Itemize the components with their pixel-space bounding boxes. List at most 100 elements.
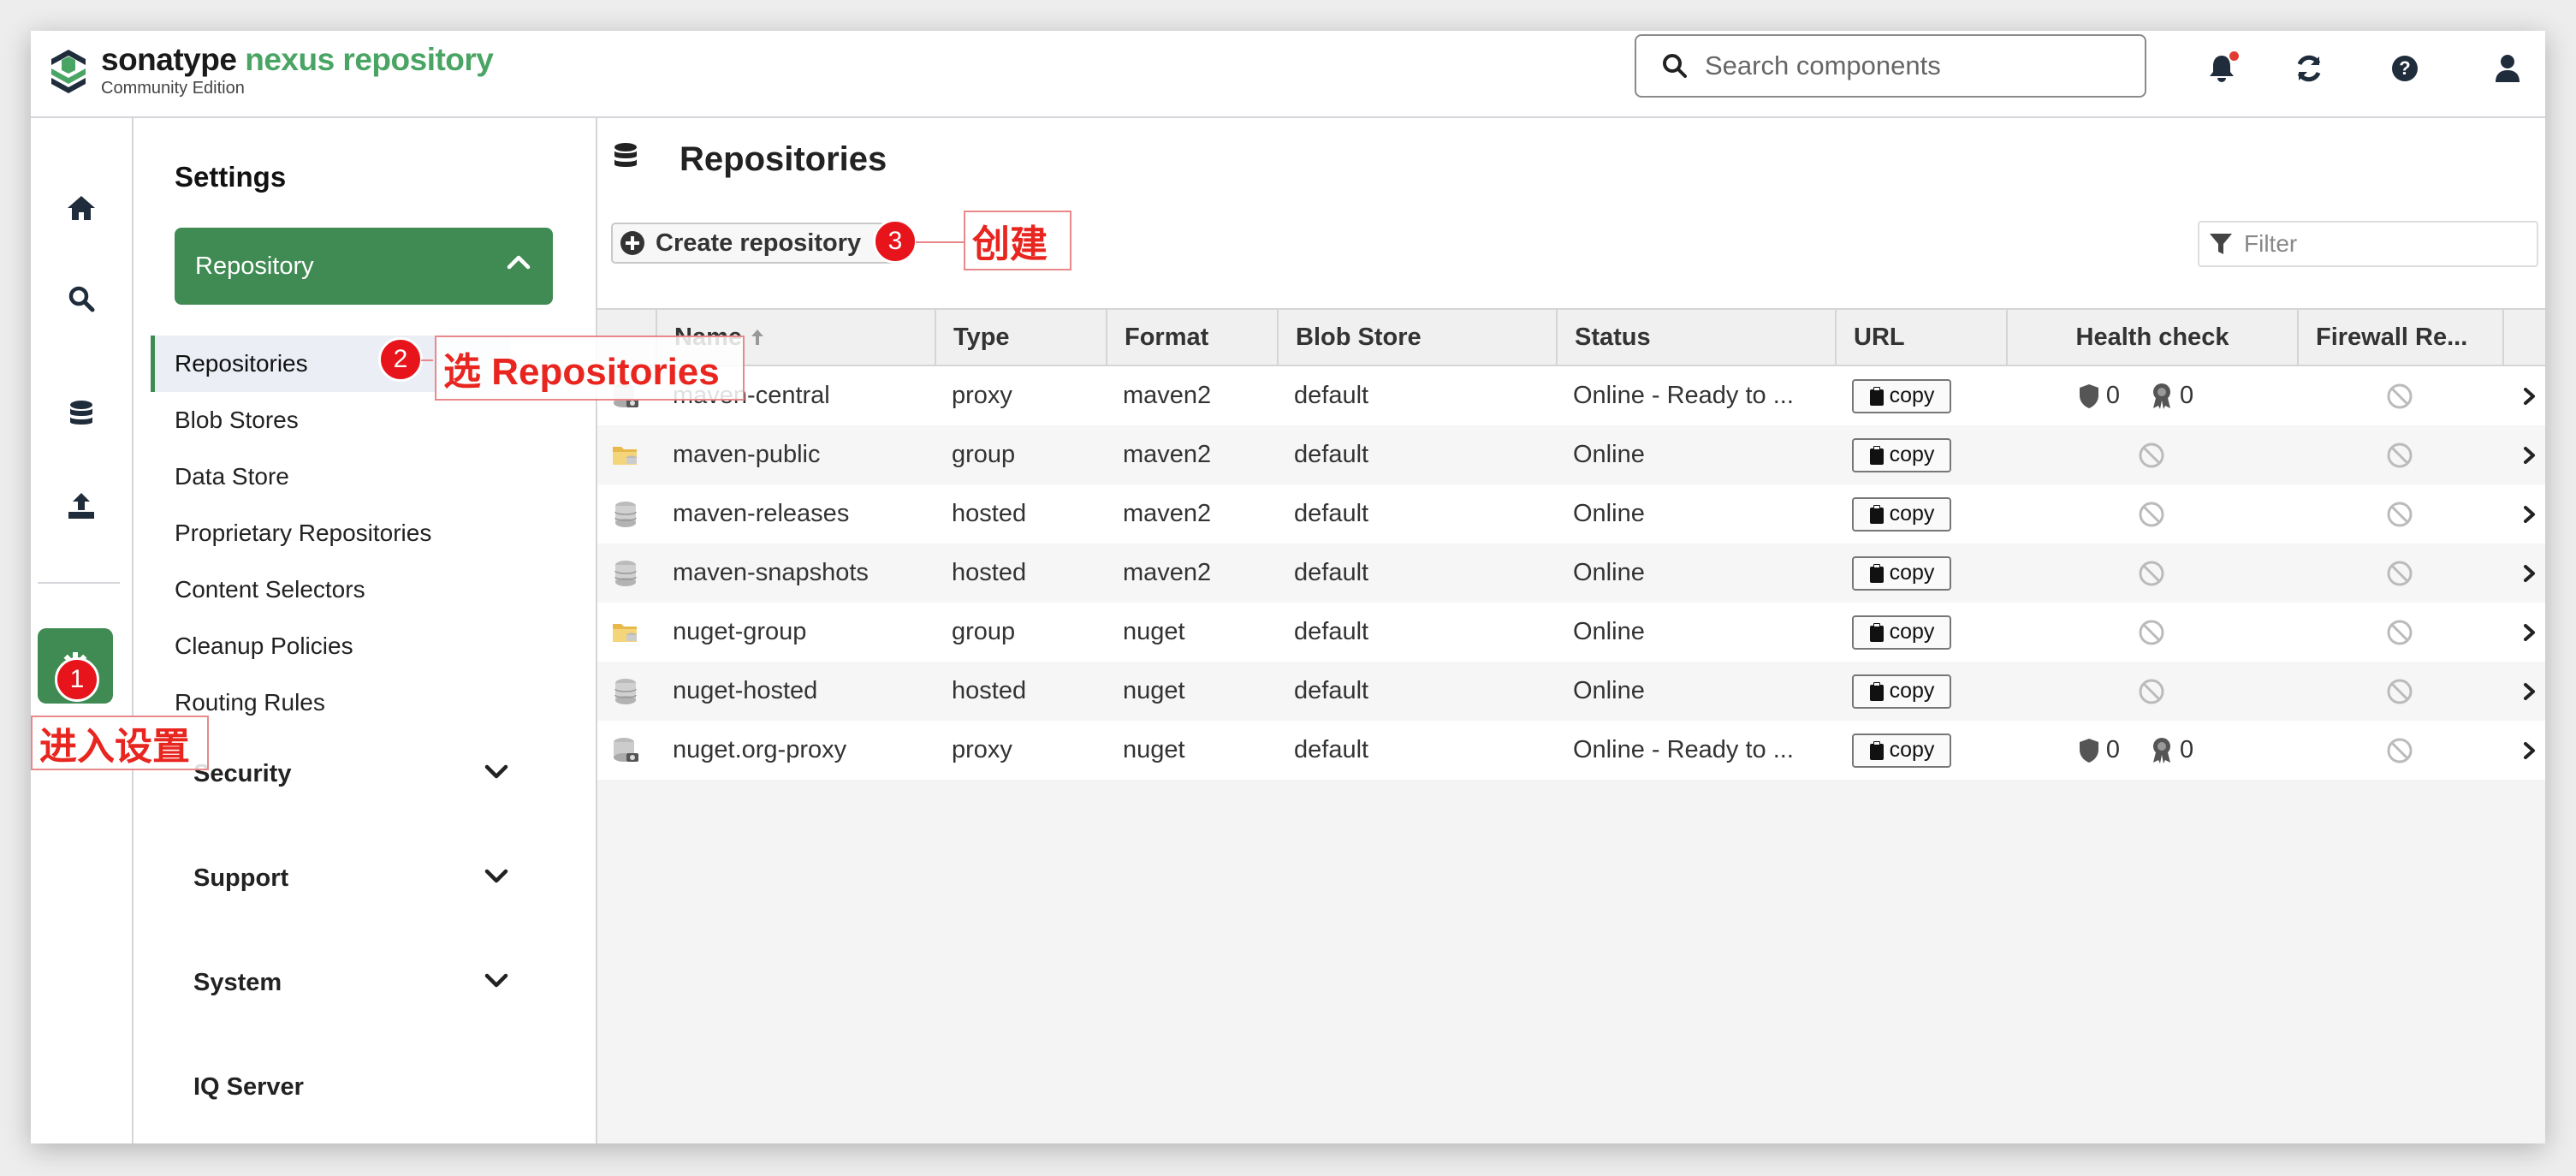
column-header-status[interactable]: Status	[1556, 310, 1835, 365]
column-header-health-check[interactable]: Health check	[2006, 310, 2297, 365]
help-icon: ?	[2392, 56, 2418, 81]
cell-firewall	[2297, 662, 2502, 721]
copy-url-button[interactable]: copy	[1852, 555, 1951, 591]
cell-type: hosted	[952, 677, 1027, 704]
sidebar-section-system[interactable]: System	[193, 957, 553, 1008]
filter-box[interactable]	[2198, 221, 2538, 267]
row-open-chevron[interactable]	[2523, 446, 2537, 469]
notifications-button[interactable]	[2203, 50, 2241, 87]
clipboard-icon	[1869, 681, 1884, 701]
rail-search-button[interactable]	[60, 277, 103, 320]
license-count: 0	[2180, 736, 2194, 763]
column-header-firewall[interactable]: Firewall Re...	[2297, 310, 2502, 365]
cell-url: copy	[1835, 366, 2006, 425]
cell-format: nuget	[1123, 677, 1185, 704]
row-open-chevron[interactable]	[2523, 505, 2537, 528]
section-label: System	[193, 968, 282, 996]
column-header-format[interactable]: Format	[1106, 310, 1277, 365]
column-header-type[interactable]: Type	[935, 310, 1106, 365]
copy-url-button[interactable]: copy	[1852, 378, 1951, 413]
table-row[interactable]: nuget-hosted hosted nuget default Online copy	[597, 662, 2545, 721]
cell-health-check[interactable]: 00	[2006, 721, 2297, 780]
row-open-chevron[interactable]	[2523, 623, 2537, 646]
sidebar-section-security[interactable]: Security	[193, 748, 553, 799]
help-button[interactable]: ?	[2386, 50, 2424, 87]
cell-health-check[interactable]	[2006, 543, 2297, 603]
cell-firewall	[2297, 603, 2502, 662]
cell-name: maven-releases	[673, 500, 850, 527]
user-button[interactable]	[2489, 50, 2526, 87]
column-header-url[interactable]: URL	[1835, 310, 2006, 365]
copy-label: copy	[1889, 679, 1935, 703]
logo[interactable]: sonatype nexus repository Community Edit…	[48, 42, 494, 98]
search-input[interactable]	[1703, 50, 2117, 82]
cell-name: nuget-hosted	[673, 677, 818, 704]
search-box[interactable]	[1635, 34, 2146, 98]
cell-format: nuget	[1123, 618, 1185, 645]
copy-url-button[interactable]: copy	[1852, 437, 1951, 472]
logo-product: nexus repository	[245, 42, 494, 77]
refresh-button[interactable]	[2290, 50, 2328, 87]
cell-format: maven2	[1123, 559, 1212, 586]
cell-format: maven2	[1123, 441, 1212, 468]
disabled-icon	[2387, 502, 2413, 526]
table-row[interactable]: maven-public group maven2 default Online copy	[597, 425, 2545, 484]
sidebar-item-content-selectors[interactable]: Content Selectors	[151, 561, 510, 618]
cell-blob: default	[1294, 618, 1369, 645]
copy-url-button[interactable]: copy	[1852, 733, 1951, 768]
column-header-blob-store[interactable]: Blob Store	[1277, 310, 1556, 365]
main-content: Repositories Create repository Name	[597, 118, 2545, 1143]
cell-url: copy	[1835, 484, 2006, 543]
award-icon	[2153, 737, 2170, 763]
cell-type: hosted	[952, 500, 1027, 527]
cell-health-check[interactable]: 00	[2006, 366, 2297, 425]
copy-label: copy	[1889, 502, 1935, 526]
sidebar-item-data-store[interactable]: Data Store	[151, 448, 510, 505]
cell-health-check[interactable]	[2006, 603, 2297, 662]
chevron-right-icon	[2524, 506, 2535, 523]
sidebar-section-support[interactable]: Support	[193, 852, 553, 904]
filter-input[interactable]	[2242, 229, 2520, 258]
row-open-chevron[interactable]	[2523, 387, 2537, 410]
copy-url-button[interactable]: copy	[1852, 615, 1951, 650]
rail-upload-button[interactable]	[60, 484, 103, 527]
copy-url-button[interactable]: copy	[1852, 496, 1951, 532]
chevron-right-icon	[2524, 742, 2535, 759]
cell-health-check[interactable]	[2006, 425, 2297, 484]
home-icon	[68, 196, 95, 220]
cell-format: nuget	[1123, 736, 1185, 763]
cell-health-check[interactable]	[2006, 662, 2297, 721]
plus-circle-icon	[620, 231, 644, 255]
table-row[interactable]: nuget.org-proxy proxy nuget default Online -…	[597, 721, 2545, 780]
copy-url-button[interactable]: copy	[1852, 674, 1951, 709]
chevron-right-icon	[2524, 565, 2535, 582]
table-row[interactable]: maven-releases hosted maven2 default Online c…	[597, 484, 2545, 543]
row-open-chevron[interactable]	[2523, 682, 2537, 705]
rail-browse-button[interactable]	[60, 394, 103, 437]
page-title: Repositories	[680, 140, 887, 178]
license-count: 0	[2180, 382, 2194, 409]
row-open-chevron[interactable]	[2523, 741, 2537, 764]
table-row[interactable]: maven-central proxy maven2 default Online - …	[597, 366, 2545, 425]
sidebar-repository-toggle[interactable]: Repository	[175, 228, 553, 305]
chevron-down-icon	[484, 764, 508, 779]
sidebar-section-iq-server[interactable]: IQ Server	[193, 1061, 553, 1113]
cell-status: Online	[1573, 500, 1645, 527]
sidebar-item-proprietary-repositories[interactable]: Proprietary Repositories	[151, 505, 510, 561]
row-open-chevron[interactable]	[2523, 564, 2537, 587]
table-row[interactable]: nuget-group group nuget default Online copy	[597, 603, 2545, 662]
rail-divider	[38, 582, 120, 584]
disabled-icon	[2139, 442, 2164, 467]
chevron-up-icon	[507, 255, 531, 270]
clipboard-icon	[1869, 563, 1884, 583]
cell-firewall	[2297, 366, 2502, 425]
rail-home-button[interactable]	[60, 187, 103, 229]
disabled-icon	[2139, 679, 2164, 704]
cell-health-check[interactable]	[2006, 484, 2297, 543]
create-repository-button[interactable]: Create repository	[611, 223, 902, 264]
cell-name: maven-public	[673, 441, 821, 468]
sidebar-title: Settings	[175, 161, 287, 193]
sidebar-item-cleanup-policies[interactable]: Cleanup Policies	[151, 618, 510, 674]
refresh-icon	[2297, 55, 2321, 82]
table-row[interactable]: maven-snapshots hosted maven2 default Online…	[597, 543, 2545, 603]
